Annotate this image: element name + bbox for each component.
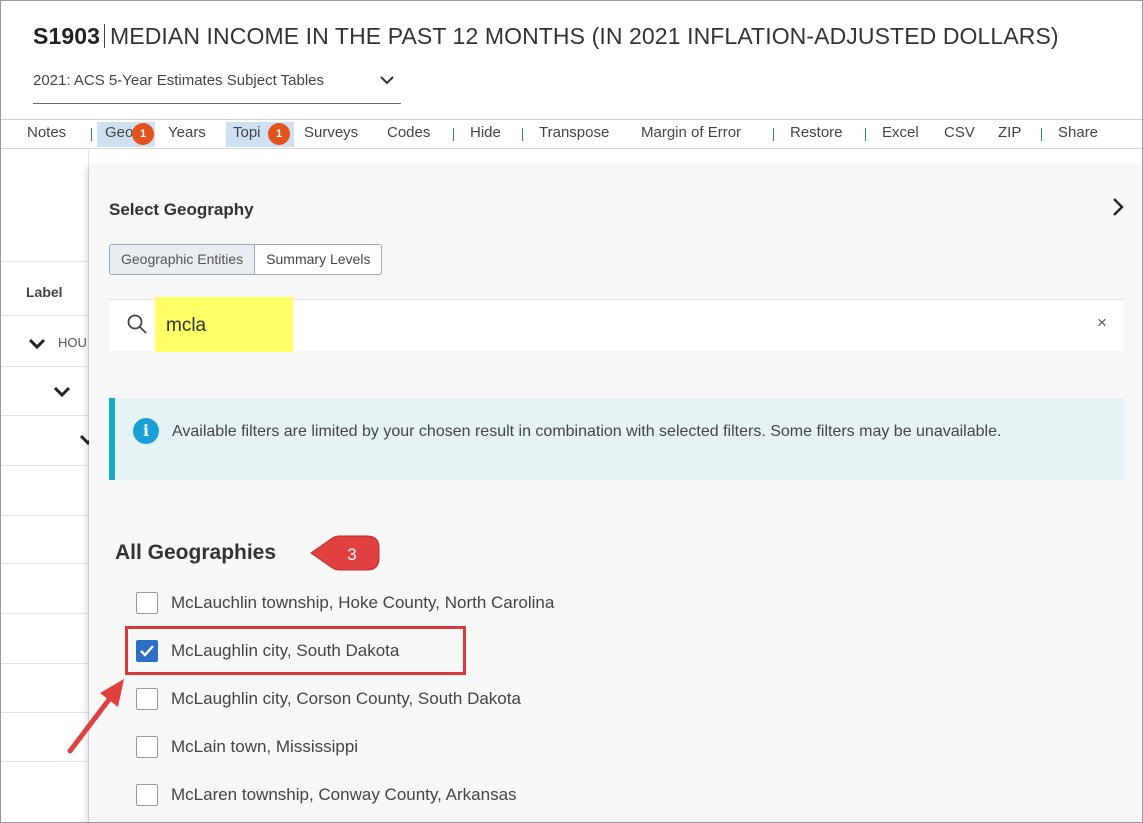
toolbar-notes[interactable]: Notes [27,124,66,141]
geography-label: McLaughlin city, Corson County, South Da… [171,689,521,708]
search-icon [127,314,147,334]
dataset-label: 2021: ACS 5-Year Estimates Subject Table… [33,72,325,89]
checkbox[interactable] [136,784,158,806]
toolbar-divider [773,128,774,141]
page-title: S1903 MEDIAN INCOME IN THE PAST 12 MONTHS… [33,23,1059,50]
info-icon: i [133,418,159,444]
table-row-divider [1,315,89,316]
toolbar-geo[interactable]: Geo [105,124,133,141]
info-message: Available filters are limited by your ch… [172,423,1002,440]
table-row-divider [1,261,89,262]
tab-geographic-entities[interactable]: Geographic Entities [110,245,256,274]
table-label-header: Label [26,284,63,300]
select-geography-panel: Select Geography Geographic Entities Sum… [89,167,1142,822]
toolbar-divider [865,128,866,141]
checkbox[interactable] [136,592,158,614]
table-row-divider [1,563,89,564]
toolbar-zip[interactable]: ZIP [998,124,1021,141]
geography-mode-toggle: Geographic Entities Summary Levels [109,244,383,275]
section-title: All Geographies [115,541,277,564]
checkbox[interactable] [136,688,158,710]
title-divider [104,24,106,48]
chevron-down-icon[interactable] [28,338,46,350]
table-row-divider [1,415,89,416]
dataset-dropdown[interactable]: 2021: ACS 5-Year Estimates Subject Table… [33,69,401,104]
geography-label: McLauchlin township, Hoke County, North … [171,593,555,612]
toolbar-topics[interactable]: Topi [233,124,261,141]
toolbar-margin-of-error[interactable]: Margin of Error [641,124,741,141]
arrow-annotation-icon [67,679,124,754]
info-banner: i Available filters are limited by your … [109,398,1124,480]
table-row-divider [1,613,89,614]
table-title: MEDIAN INCOME IN THE PAST 12 MONTHS (IN … [110,23,1059,49]
table-row-divider [1,515,89,516]
toolbar-years[interactable]: Years [168,124,206,141]
toolbar-csv[interactable]: CSV [944,124,975,141]
chevron-right-icon[interactable] [1111,196,1125,218]
chevron-down-icon[interactable] [53,386,71,398]
topics-count-badge: 1 [268,123,290,145]
geography-search: × [109,297,1124,352]
tab-summary-levels[interactable]: Summary Levels [255,245,381,274]
toolbar-divider [453,128,454,141]
table-row-label: HOU [58,335,87,350]
geography-label: McLain town, Mississippi [171,737,359,756]
toolbar-excel[interactable]: Excel [882,124,919,141]
toolbar-divider [1041,128,1042,141]
search-input[interactable] [166,311,466,341]
callout-number: 3 [347,545,356,564]
checkbox[interactable] [136,736,158,758]
toolbar-surveys[interactable]: Surveys [304,124,358,141]
app-frame: S1903 MEDIAN INCOME IN THE PAST 12 MONTHS… [0,0,1143,823]
panel-title: Select Geography [109,200,254,219]
table-row-divider [1,663,89,664]
toolbar-restore[interactable]: Restore [790,124,843,141]
clear-search-button[interactable]: × [1097,313,1107,333]
toolbar-hide[interactable]: Hide [470,124,501,141]
table-row-divider [1,366,89,367]
toolbar: Notes Geo 1 Years Topi 1 Surveys Codes H… [1,119,1142,149]
geo-count-badge: 1 [132,123,154,145]
geography-label: McLaren township, Conway County, Arkansa… [171,785,517,804]
toolbar-divider [522,128,523,141]
toolbar-codes[interactable]: Codes [387,124,430,141]
step-callout: 3 [310,535,380,571]
toolbar-share[interactable]: Share [1058,124,1098,141]
selection-highlight-box [125,626,466,675]
toolbar-transpose[interactable]: Transpose [539,124,609,141]
table-code: S1903 [33,23,101,49]
chevron-down-icon [380,76,394,85]
table-row-divider [1,465,89,466]
toolbar-divider [91,128,92,141]
